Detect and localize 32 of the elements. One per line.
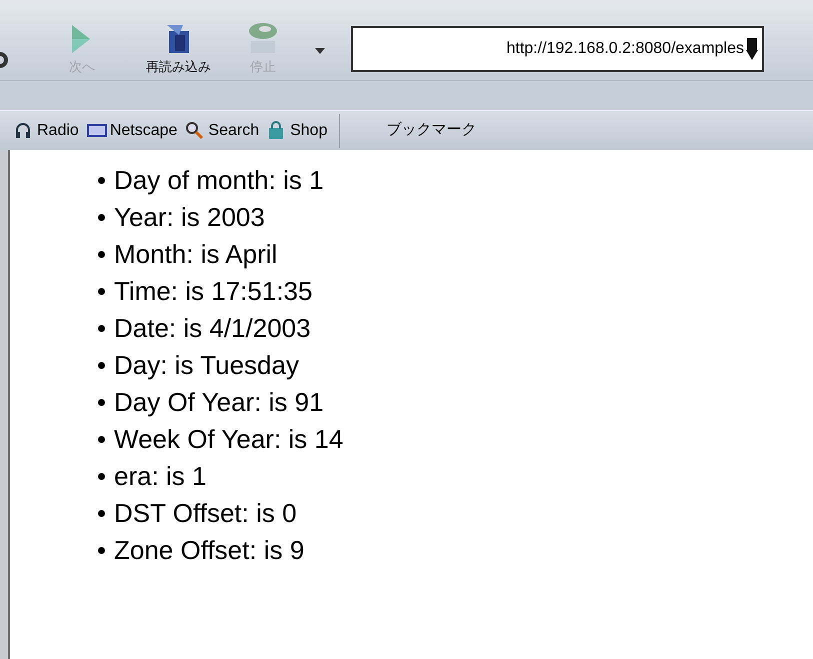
url-field[interactable]: http://192.168.0.2:8080/examples [351, 26, 764, 72]
list-item-text: Year: is 2003 [114, 201, 265, 234]
list-item-text: Time: is 17:51:35 [114, 275, 312, 308]
reload-button[interactable]: 再読み込み [146, 20, 211, 76]
list-item-text: Day: is Tuesday [114, 349, 299, 382]
bullet-icon [98, 399, 105, 406]
bullet-icon [98, 325, 105, 332]
bullet-icon [98, 214, 105, 221]
bullet-icon [98, 473, 105, 480]
bullet-icon [98, 436, 105, 443]
list-item-text: Week Of Year: is 14 [114, 423, 344, 456]
bullet-icon [98, 362, 105, 369]
bullet-icon [98, 177, 105, 184]
list-item-text: era: is 1 [114, 460, 206, 493]
url-dropdown-icon[interactable] [746, 38, 758, 60]
bookmark-link[interactable]: Search [185, 118, 260, 142]
dropdown-caret-icon[interactable] [315, 48, 325, 54]
bullet-icon [98, 510, 105, 517]
list-item-text: Day Of Year: is 91 [114, 386, 324, 419]
list-item-text: Date: is 4/1/2003 [114, 312, 311, 345]
list-item-text: DST Offset: is 0 [114, 497, 297, 530]
bookmark-link[interactable]: Netscape [86, 118, 178, 142]
bullet-icon [98, 547, 105, 554]
bullet-icon [98, 288, 105, 295]
list-item-text: Day of month: is 1 [114, 164, 324, 197]
bookmark-link[interactable]: Radio [14, 118, 79, 142]
bullet-icon [98, 251, 105, 258]
list-item-text: Month: is April [114, 238, 278, 271]
bookmark-link[interactable]: Shop [267, 118, 328, 142]
bookmarks-menu[interactable]: ブックマーク [386, 119, 476, 142]
list-item-text: Zone Offset: is 9 [114, 534, 304, 567]
search-icon [185, 120, 206, 140]
